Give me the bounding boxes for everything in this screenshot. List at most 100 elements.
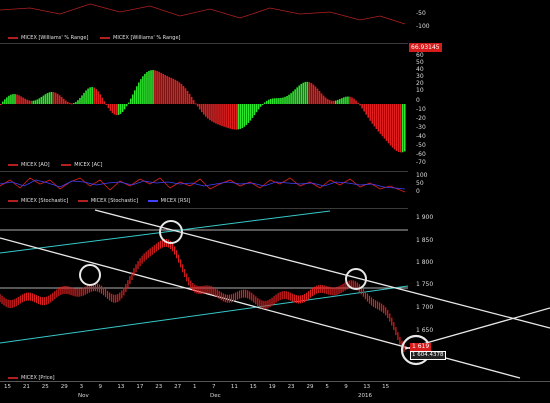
ao-bar <box>16 94 18 104</box>
ao-bar <box>99 94 102 104</box>
ao-bar <box>20 96 22 104</box>
ao-bar <box>401 104 404 153</box>
ao-bar <box>28 100 31 104</box>
ao-bar <box>93 87 95 104</box>
ao-bar <box>233 104 236 130</box>
ao-bar <box>257 104 260 110</box>
ao-current-value: 66.93145 <box>409 43 442 52</box>
ao-bar <box>142 76 144 104</box>
ao-bar <box>107 104 110 109</box>
last-price-label: 1 619 <box>410 343 432 351</box>
ao-bar <box>318 90 321 104</box>
ao-bar <box>298 85 301 104</box>
ao-bar <box>371 104 374 124</box>
ao-bar <box>300 83 303 104</box>
ao-bar <box>101 97 104 104</box>
price-tick: 1 650 <box>416 327 434 334</box>
stoch-legend: MICEX [Stochastic] MICEX [Stochastic] MI… <box>8 198 190 204</box>
ao-bar <box>379 104 382 134</box>
ao-bar <box>302 82 305 104</box>
ao-bar <box>69 102 71 104</box>
ao-bar <box>58 95 61 104</box>
ao-bar <box>87 88 89 104</box>
date-tick: 27 <box>174 384 182 390</box>
ao-bar <box>288 94 290 104</box>
ao-bar <box>255 104 258 113</box>
williams-axis: -50 -100 <box>408 0 550 42</box>
ao-tick: -60 <box>416 151 426 158</box>
ao-tick: -50 <box>416 142 426 149</box>
ao-bar <box>330 100 333 104</box>
stoch-tick: 100 <box>416 172 428 179</box>
ao-tick: 60 <box>416 52 424 59</box>
last-price-box: 1 604.4378 <box>410 351 446 360</box>
williams-line <box>0 3 406 25</box>
ao-bar <box>314 86 317 104</box>
ao-bar <box>276 98 278 104</box>
ao-bar <box>207 104 209 119</box>
ao-bar <box>211 104 213 122</box>
ao-bar <box>178 82 181 104</box>
ao-bar <box>46 93 49 104</box>
ao-bar <box>225 104 227 128</box>
ao-bar <box>150 70 152 104</box>
highlight-circle <box>79 264 101 286</box>
ao-bar <box>131 94 134 104</box>
date-tick: 23 <box>155 384 163 390</box>
ao-bar <box>164 74 167 104</box>
ao-bar <box>119 104 122 114</box>
ao-bar <box>91 87 93 104</box>
ao-bar <box>391 104 394 148</box>
ao-bar <box>219 104 221 126</box>
ao-bar <box>282 97 284 104</box>
ao-bar <box>54 92 57 104</box>
ao-bar <box>278 98 280 104</box>
ao-bar <box>203 104 205 115</box>
ao-bar <box>229 104 231 129</box>
date-tick: 23 <box>287 384 295 390</box>
ao-bar <box>138 82 140 104</box>
ao-tick: -70 <box>416 159 426 166</box>
ao-bar <box>239 104 242 129</box>
ao-bar <box>324 97 327 104</box>
ao-bar <box>12 94 14 104</box>
ao-tick: 30 <box>416 73 424 80</box>
ao-bar <box>64 100 67 104</box>
ao-tick: 40 <box>416 66 424 73</box>
ao-bar <box>322 95 325 104</box>
stoch-line-red <box>0 177 406 193</box>
ao-bar <box>345 96 347 104</box>
ao-bar <box>105 104 108 105</box>
ao-bar <box>198 104 201 110</box>
ao-bar <box>140 79 142 104</box>
ao-bar <box>383 104 386 139</box>
ao-bar <box>79 97 81 104</box>
ao-bar <box>73 102 75 104</box>
ao-bar <box>48 92 51 104</box>
ao-bar <box>347 96 349 104</box>
ao-ac-legend: MICEX [AO] MICEX [AC] <box>8 162 102 168</box>
ao-bar <box>127 102 130 104</box>
ao-bar <box>215 104 217 124</box>
ao-bar <box>377 104 380 132</box>
ao-bar <box>103 101 106 104</box>
ao-bar <box>4 99 6 104</box>
stoch-lines <box>0 177 406 193</box>
ao-bar <box>290 93 292 104</box>
date-tick: 29 <box>60 384 68 390</box>
ao-bar <box>117 104 120 115</box>
ao-bar <box>263 102 266 104</box>
date-axis: 15 21 25 29 3 9 13 17 23 27 1 7 11 15 19 23 29 5 9 13 15 Nov… <box>0 381 550 403</box>
ao-bar <box>50 91 53 104</box>
ao-bar <box>200 104 203 113</box>
date-tick: 17 <box>136 384 144 390</box>
williams-tick: -50 <box>416 10 426 17</box>
ao-bar <box>385 104 388 141</box>
ao-bar <box>393 104 396 150</box>
ao-bar <box>259 104 262 107</box>
ao-bar <box>97 91 100 104</box>
ao-bar <box>30 100 33 104</box>
ao-bar <box>249 104 252 121</box>
ao-bar <box>144 73 146 104</box>
ao-bar <box>174 79 177 104</box>
